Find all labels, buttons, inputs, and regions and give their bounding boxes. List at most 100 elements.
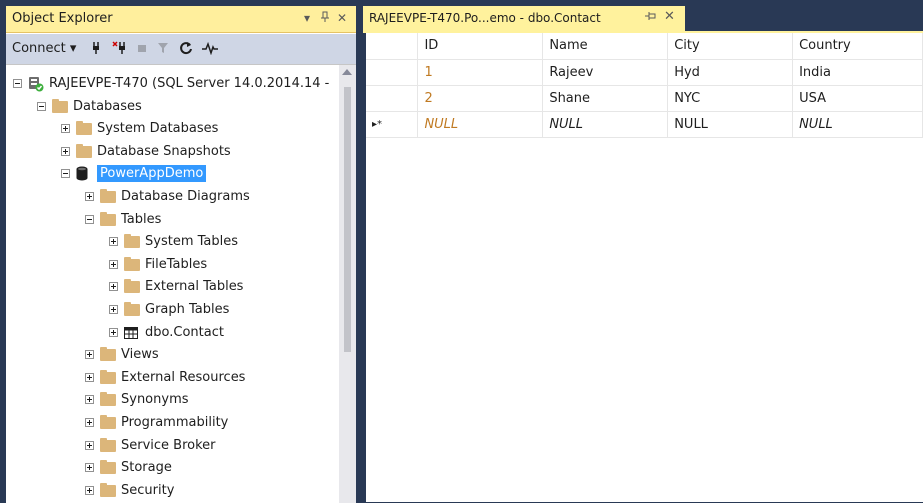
column-header-city[interactable]: City: [667, 33, 794, 60]
expand-icon[interactable]: [85, 395, 94, 405]
tree-node[interactable]: Database Snapshots: [6, 141, 339, 163]
cell-id[interactable]: 2: [417, 85, 544, 112]
column-header-name[interactable]: Name: [542, 33, 669, 60]
tree-node-label[interactable]: Views: [121, 347, 159, 362]
tree-node-label[interactable]: Security: [121, 483, 174, 498]
tree-node-label[interactable]: External Tables: [145, 279, 243, 294]
tree-node[interactable]: Synonyms: [6, 389, 339, 411]
tree-node[interactable]: System Tables: [6, 231, 339, 253]
expand-icon[interactable]: [109, 327, 118, 337]
expand-icon[interactable]: [85, 192, 94, 201]
tree-scrollbar[interactable]: [339, 64, 356, 503]
expand-icon[interactable]: [85, 440, 94, 450]
expand-icon[interactable]: [85, 372, 94, 382]
tree-node-label[interactable]: Synonyms: [121, 392, 189, 407]
stop-icon[interactable]: [137, 41, 147, 59]
collapse-icon[interactable]: [13, 79, 22, 88]
scrollbar-thumb[interactable]: [344, 87, 351, 352]
tree-node[interactable]: External Resources: [6, 367, 339, 389]
cell-name[interactable]: Rajeev: [542, 59, 669, 86]
document-tab[interactable]: RAJEEVPE-T470.Po...emo - dbo.Contact ✕: [363, 6, 685, 31]
table-row[interactable]: 2 Shane NYC USA: [366, 85, 923, 112]
cell-country[interactable]: India: [792, 59, 923, 86]
cell-city[interactable]: Hyd: [667, 59, 794, 86]
tree-node-label[interactable]: Programmability: [121, 415, 228, 430]
folder-icon: [100, 392, 116, 407]
expand-icon[interactable]: [85, 350, 94, 360]
row-marker[interactable]: [366, 59, 419, 86]
expand-icon[interactable]: [85, 463, 94, 473]
tree-node-label[interactable]: Service Broker: [121, 438, 216, 453]
tree-node-label[interactable]: Database Diagrams: [121, 189, 250, 204]
disconnect-plug-icon[interactable]: [112, 41, 128, 59]
tree-node[interactable]: Programmability: [6, 412, 339, 434]
cell-country[interactable]: NULL: [792, 111, 923, 138]
tree-node[interactable]: dbo.Contact: [6, 322, 339, 344]
tree-node[interactable]: Storage: [6, 457, 339, 479]
tree-node[interactable]: Graph Tables: [6, 299, 339, 321]
expand-icon[interactable]: [61, 124, 70, 134]
tree-node-label[interactable]: Database Snapshots: [97, 144, 231, 159]
object-explorer-toolbar: Connect ▾: [6, 34, 356, 64]
tree-node-label[interactable]: Databases: [73, 99, 142, 114]
pin-icon[interactable]: [320, 11, 330, 26]
connect-button[interactable]: Connect ▾: [12, 41, 76, 56]
folder-icon: [100, 415, 116, 429]
column-header-country[interactable]: Country: [792, 33, 923, 60]
expand-icon[interactable]: [109, 282, 118, 292]
tree-node[interactable]: PowerAppDemo: [6, 163, 339, 185]
tree-node[interactable]: Service Broker: [6, 435, 339, 457]
connect-plug-icon[interactable]: [90, 41, 102, 59]
expand-icon[interactable]: [109, 305, 118, 314]
collapse-icon[interactable]: [85, 214, 94, 224]
tree-node-label[interactable]: dbo.Contact: [145, 325, 224, 340]
column-header-id[interactable]: ID: [417, 33, 544, 60]
cell-name[interactable]: Shane: [542, 85, 669, 112]
grid-header-row: ID Name City Country: [366, 33, 923, 60]
expand-icon[interactable]: [85, 485, 94, 495]
tree-node[interactable]: System Databases: [6, 118, 339, 140]
activity-monitor-icon[interactable]: [202, 41, 218, 59]
cell-id[interactable]: NULL: [417, 111, 544, 138]
tree-node-label[interactable]: Graph Tables: [145, 302, 229, 317]
tree-node[interactable]: RAJEEVPE-T470 (SQL Server 14.0.2014.14 -: [6, 73, 339, 95]
expand-icon[interactable]: [61, 146, 70, 156]
filter-icon[interactable]: [157, 41, 169, 59]
collapse-icon[interactable]: [61, 169, 70, 179]
tab-close-icon[interactable]: ✕: [664, 9, 675, 24]
tree-node[interactable]: Database Diagrams: [6, 186, 339, 208]
cell-name[interactable]: NULL: [542, 111, 669, 138]
tree-node[interactable]: Databases: [6, 96, 339, 118]
table-row-new[interactable]: ▸* NULL NULL NULL NULL: [366, 111, 923, 138]
tree-node[interactable]: Security: [6, 480, 339, 502]
tree-node-label[interactable]: System Databases: [97, 121, 218, 136]
cell-country[interactable]: USA: [792, 85, 923, 112]
expand-icon[interactable]: [109, 259, 118, 269]
collapse-icon[interactable]: [37, 101, 46, 111]
expand-icon[interactable]: [109, 237, 118, 247]
tree-node-label[interactable]: Tables: [121, 212, 161, 227]
tree-node[interactable]: Tables: [6, 209, 339, 231]
tree-node-label[interactable]: FileTables: [145, 257, 207, 272]
tree-node[interactable]: External Tables: [6, 276, 339, 298]
close-icon[interactable]: ✕: [337, 11, 347, 25]
cell-city[interactable]: NULL: [667, 111, 794, 138]
tree-node-label[interactable]: Storage: [121, 460, 172, 475]
tree-node[interactable]: Views: [6, 344, 339, 366]
tree-node-label[interactable]: External Resources: [121, 370, 245, 385]
scroll-up-arrow-icon[interactable]: [342, 69, 352, 75]
refresh-icon[interactable]: [179, 41, 193, 59]
tree-node[interactable]: FileTables: [6, 254, 339, 276]
new-row-marker-icon[interactable]: ▸*: [366, 111, 419, 138]
tree-node-label[interactable]: RAJEEVPE-T470 (SQL Server 14.0.2014.14 -: [49, 76, 329, 91]
tree-node-label[interactable]: System Tables: [145, 234, 238, 249]
cell-city[interactable]: NYC: [667, 85, 794, 112]
expand-icon[interactable]: [85, 418, 94, 427]
cell-id[interactable]: 1: [417, 59, 544, 86]
table-row[interactable]: 1 Rajeev Hyd India: [366, 59, 923, 86]
row-header-corner: [366, 33, 419, 60]
tree-node-label[interactable]: PowerAppDemo: [97, 165, 207, 183]
dropdown-arrow-icon[interactable]: ▾: [304, 11, 310, 25]
tab-pin-icon[interactable]: [645, 11, 657, 24]
row-marker[interactable]: [366, 85, 419, 112]
